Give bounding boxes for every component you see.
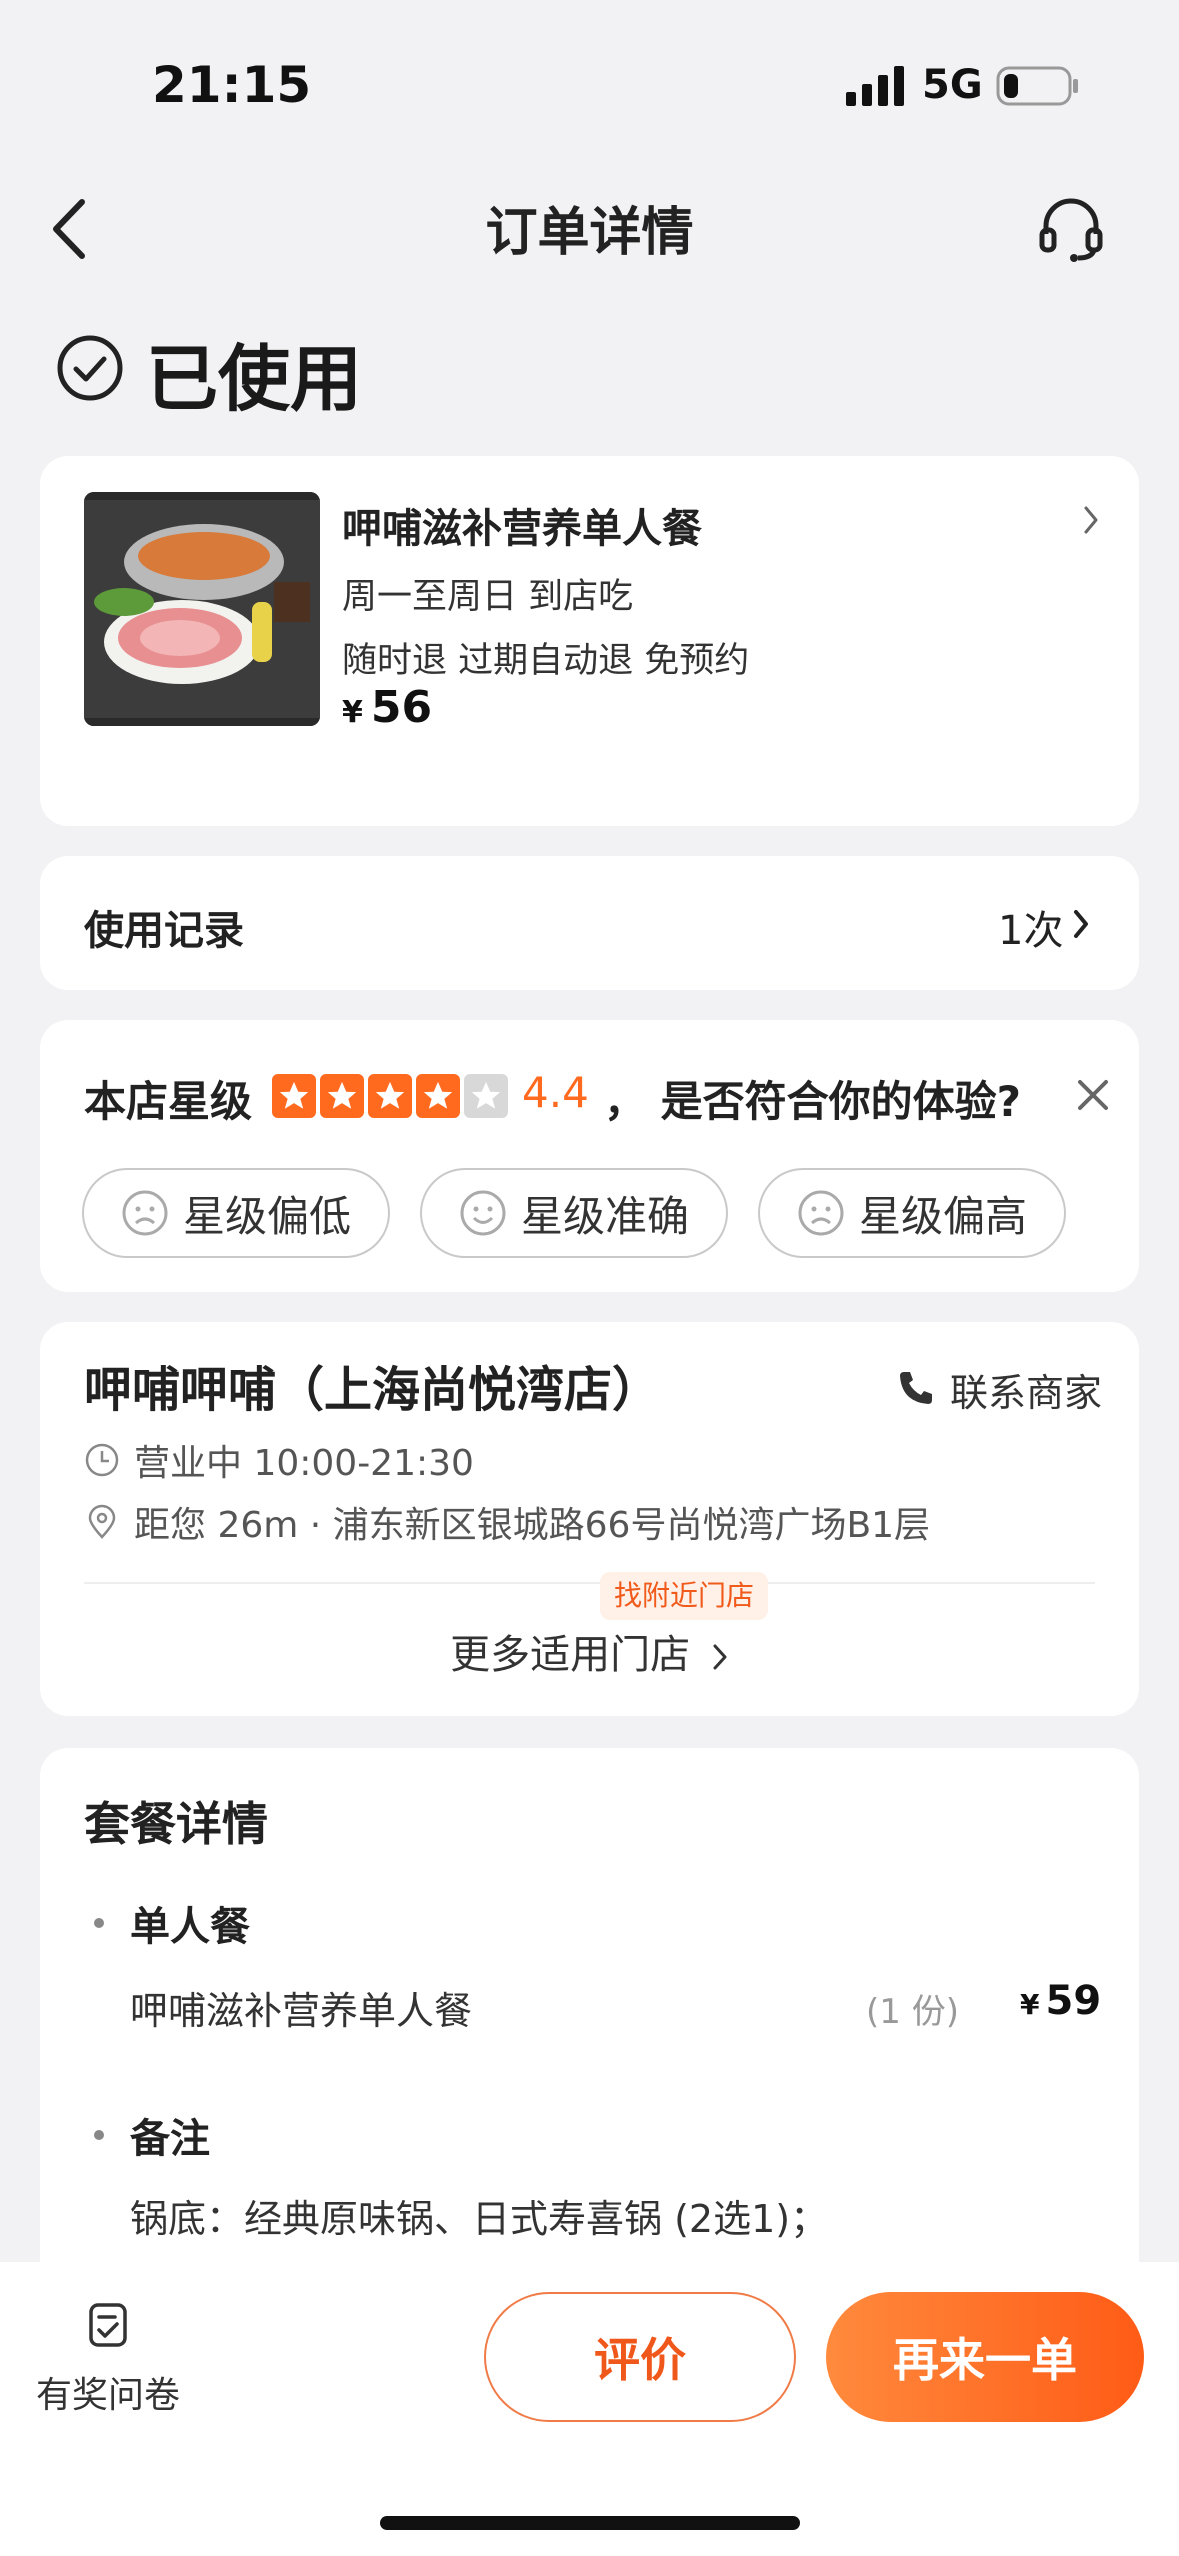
star-empty-icon [464,1074,508,1118]
rating-question: ， 是否符合你的体验? [604,1077,1021,1126]
package-section-title: 备注 [130,2116,210,2162]
currency-symbol: ¥ [342,695,363,730]
rating-label: 本店星级 [84,1077,253,1126]
package-item-name: 呷哺滋补营养单人餐 [130,1989,473,2033]
survey-icon[interactable] [88,2302,132,2348]
location-pin-icon [88,1504,116,1539]
sad-face-icon [122,1190,168,1236]
rating-high-button[interactable]: 星级偏高 [758,1168,1066,1258]
nearby-stores-tag[interactable]: 找附近门店 [600,1572,769,1620]
bullet [94,1918,104,1928]
package-note: 锅底：经典原味锅、日式寿喜锅 (2选1)； [130,2197,829,2241]
product-image [84,492,320,726]
star-icon [272,1074,316,1118]
star-icon [320,1074,364,1118]
phone-icon[interactable] [896,1368,936,1408]
package-section-title: 单人餐 [130,1904,250,1950]
usage-record-label: 使用记录 [84,908,244,954]
package-title: 套餐详情 [84,1797,268,1851]
sad-face-icon [798,1190,844,1236]
close-icon[interactable] [1076,1078,1110,1112]
survey-label[interactable]: 有奖问卷 [36,2366,180,2418]
product-card[interactable]: 呷哺滋补营养单人餐 周一至周日 到店吃 随时退 过期自动退 免预约 ¥56 [40,456,1139,826]
price-value: 56 [370,682,433,733]
page-title: 订单详情 [485,203,694,263]
rating-accurate-button[interactable]: 星级准确 [420,1168,728,1258]
star-rating [272,1074,508,1118]
package-item-price: ¥59 [1020,1978,1101,2024]
chevron-right-icon [1074,910,1088,938]
rating-low-button[interactable]: 星级偏低 [82,1168,390,1258]
home-indicator[interactable] [380,2516,800,2530]
more-stores-label: 更多适用门店 [450,1632,691,1678]
bottom-action-bar: 有奖问卷 评价 再来一单 [0,2262,1179,2556]
clock-icon [85,1443,119,1477]
usage-record-count: 1次 [998,908,1064,954]
store-address[interactable]: 距您 26m · 浦东新区银城路66号尚悦湾广场B1层 [84,1496,930,1548]
product-schedule: 周一至周日 到店吃 [342,577,634,617]
store-hours-text: 营业中 10:00-21:30 [134,1443,474,1484]
rating-option-label: 星级偏高 [858,1191,1027,1241]
bullet [94,2130,104,2140]
star-icon [368,1074,412,1118]
order-status: 已使用 [146,337,363,421]
store-address-text: 距您 26m · 浦东新区银城路66号尚悦湾广场B1层 [134,1505,931,1546]
battery-icon [996,66,1078,106]
store-card: 呷哺呷哺（上海尚悦湾店） 联系商家 营业中 10:00-21:30 距您 26m… [40,1322,1139,1716]
reorder-button[interactable]: 再来一单 [826,2292,1144,2422]
usage-record-row[interactable]: 使用记录 1次 [40,856,1139,990]
currency-symbol: ¥ [1020,1988,1040,2021]
network-type: 5G [922,62,983,108]
product-policies: 随时退 过期自动退 免预约 [342,641,750,681]
chevron-right-icon [713,1644,727,1670]
divider [84,1582,1095,1584]
chevron-right-icon [1084,506,1098,534]
contact-merchant-button[interactable]: 联系商家 [950,1362,1102,1417]
star-icon [416,1074,460,1118]
customer-service-icon[interactable] [1036,194,1106,264]
smile-face-icon [460,1190,506,1236]
package-details-card: 套餐详情 单人餐 呷哺滋补营养单人餐 (1 份) ¥59 备注 锅底：经典原味锅… [40,1748,1139,2308]
check-circle-icon [57,335,123,401]
store-name: 呷哺呷哺（上海尚悦湾店） [84,1362,661,1418]
review-button[interactable]: 评价 [484,2292,796,2422]
rating-card: 本店星级 4.4 ， 是否符合你的体验? 星级偏低 星级准确 星级偏高 [40,1020,1139,1292]
store-hours: 营业中 10:00-21:30 [84,1434,474,1486]
status-time: 21:15 [152,56,312,114]
package-item-qty: (1 份) [866,1992,959,2032]
rating-score: 4.4 [522,1068,589,1117]
product-price: ¥56 [342,682,432,733]
more-stores-link[interactable]: 更多适用门店 [40,1622,1139,1680]
price-value: 59 [1045,1978,1102,2024]
product-name: 呷哺滋补营养单人餐 [342,506,702,552]
rating-option-label: 星级偏低 [182,1191,351,1241]
rating-option-label: 星级准确 [520,1191,689,1241]
signal-icon [846,66,904,106]
